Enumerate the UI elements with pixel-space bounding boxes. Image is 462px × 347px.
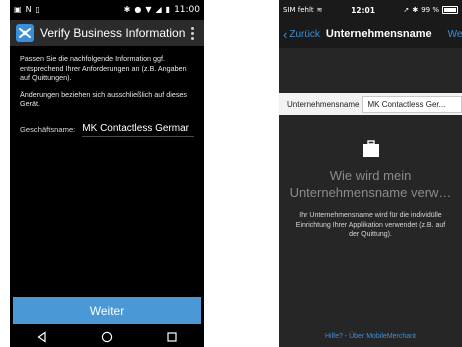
business-name-input[interactable]: MK Contactless Germar [82, 123, 194, 137]
battery-percent: 99 % [421, 6, 439, 14]
location-arrow-icon: ➚ [403, 6, 410, 14]
android-status-bar: ▣ N ▯ ✱ ● ▼ ◢ ▮ 11:00 [10, 0, 204, 20]
empty-title-line-2: Unternehmensname verw… [289, 184, 452, 200]
wifi-icon: ▼ [145, 5, 152, 14]
app-logo-icon [16, 24, 34, 42]
android-status-time: 11:00 [174, 5, 200, 15]
clipboard-notification-icon: ▯ [35, 5, 40, 14]
company-name-label: Unternehmensname [287, 99, 360, 109]
empty-state: Wie wird mein Unternehmensname verw… Ihr… [279, 140, 462, 240]
bluetooth-icon: ✱ [412, 6, 419, 14]
nav-title: Unternehmensname [325, 28, 432, 40]
ios-navigation-bar: ‹ Zurück Unternehmensname Weite [279, 20, 462, 48]
home-nav-icon[interactable] [101, 331, 113, 343]
signal-icon: ◢ [155, 5, 162, 14]
do-not-disturb-icon: ● [134, 5, 142, 14]
android-phone-screen: ▣ N ▯ ✱ ● ▼ ◢ ▮ 11:00 Verify Business In… [10, 0, 204, 347]
briefcase-icon [279, 140, 462, 158]
overflow-menu-icon[interactable] [187, 26, 198, 40]
carrier-text: SIM fehlt [283, 6, 314, 14]
next-button[interactable]: Weiter [13, 297, 201, 324]
company-name-row: Unternehmensname MK Contactless Ger... [279, 93, 462, 115]
chevron-left-icon: ‹ [283, 26, 288, 42]
n-notification-icon: N [25, 5, 32, 14]
device-note-text: Änderungen beziehen sich ausschließlich … [20, 89, 188, 109]
business-name-label: Geschäftsname: [20, 125, 76, 134]
ios-status-bar: SIM fehlt ≋ 12:01 ➚ ✱ 99 % [279, 0, 462, 20]
wifi-icon: ≋ [316, 6, 323, 14]
back-button[interactable]: ‹ Zurück [283, 28, 320, 41]
empty-description: Ihr Unternehmensname wird für die indivi… [295, 212, 446, 239]
ios-status-time: 12:01 [351, 5, 375, 15]
recents-nav-icon[interactable] [166, 331, 178, 343]
business-name-field: Geschäftsname: MK Contactless Germar [20, 123, 194, 137]
company-name-input[interactable]: MK Contactless Ger... [362, 95, 462, 113]
android-navigation-bar [10, 326, 204, 347]
back-nav-icon[interactable] [36, 330, 48, 343]
next-nav-button[interactable]: Weite [448, 29, 462, 40]
android-content: Passen Sie die nachfolgende Information … [10, 46, 204, 145]
image-notification-icon: ▣ [14, 5, 22, 14]
battery-icon [442, 6, 458, 14]
empty-title-line-1: Wie wird mein [329, 168, 412, 183]
app-title: Verify Business Information [40, 26, 186, 40]
help-link[interactable]: Hilfe? - Über MobileMerchant [279, 333, 462, 340]
back-label: Zurück [289, 28, 320, 40]
ios-phone-screen: SIM fehlt ≋ 12:01 ➚ ✱ 99 % ‹ Zurück Unte… [279, 0, 462, 347]
battery-icon: ▮ [165, 5, 171, 14]
bluetooth-icon: ✱ [123, 5, 131, 14]
instruction-text: Passen Sie die nachfolgende Information … [20, 54, 187, 82]
android-app-toolbar: Verify Business Information [10, 20, 204, 46]
